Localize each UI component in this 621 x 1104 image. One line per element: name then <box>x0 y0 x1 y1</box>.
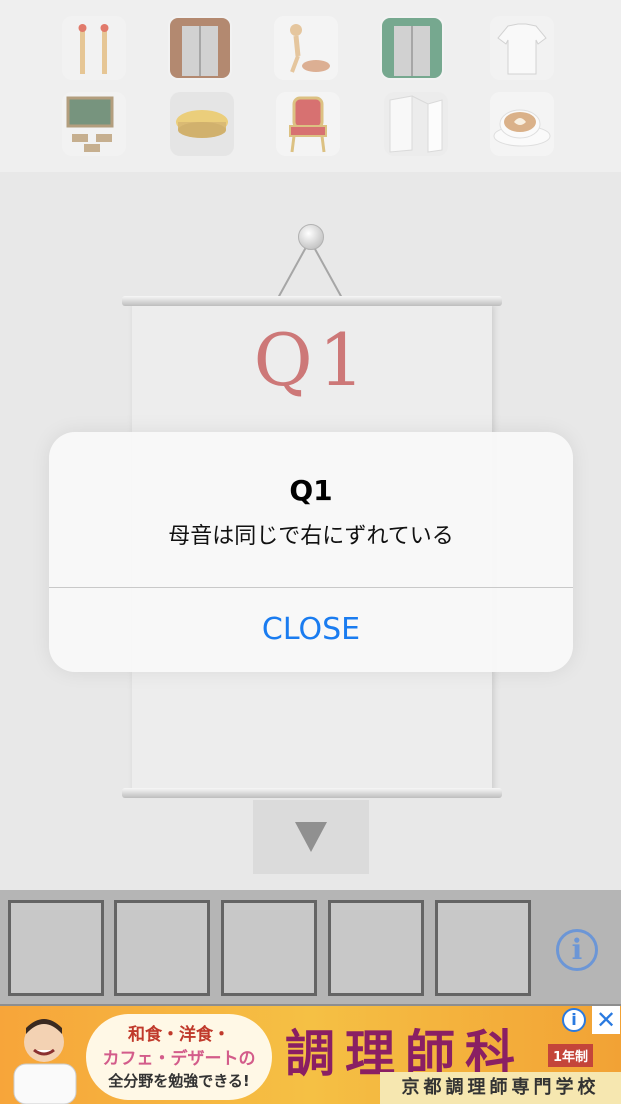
ad-close-icon[interactable]: ✕ <box>592 1006 620 1034</box>
alert-title: Q1 <box>289 474 333 507</box>
ad-bubble-line: 全分野を勉強できる! <box>108 1072 250 1090</box>
hint-alert: Q1 母音は同じで右にずれている CLOSE <box>49 432 573 672</box>
ad-badge: 1年制 <box>548 1044 594 1067</box>
alert-message: 母音は同じで右にずれている <box>168 524 454 549</box>
close-button[interactable]: CLOSE <box>49 588 573 672</box>
chef-photo-icon <box>13 1019 77 1104</box>
ad-info-icon[interactable]: i <box>562 1008 586 1032</box>
ad-bubble-line: 和食・洋食・ <box>128 1025 230 1045</box>
ad-bubble-line: カフェ・デザートの <box>102 1049 256 1069</box>
ad-footer: 京都調理師専門学校 <box>380 1072 621 1104</box>
